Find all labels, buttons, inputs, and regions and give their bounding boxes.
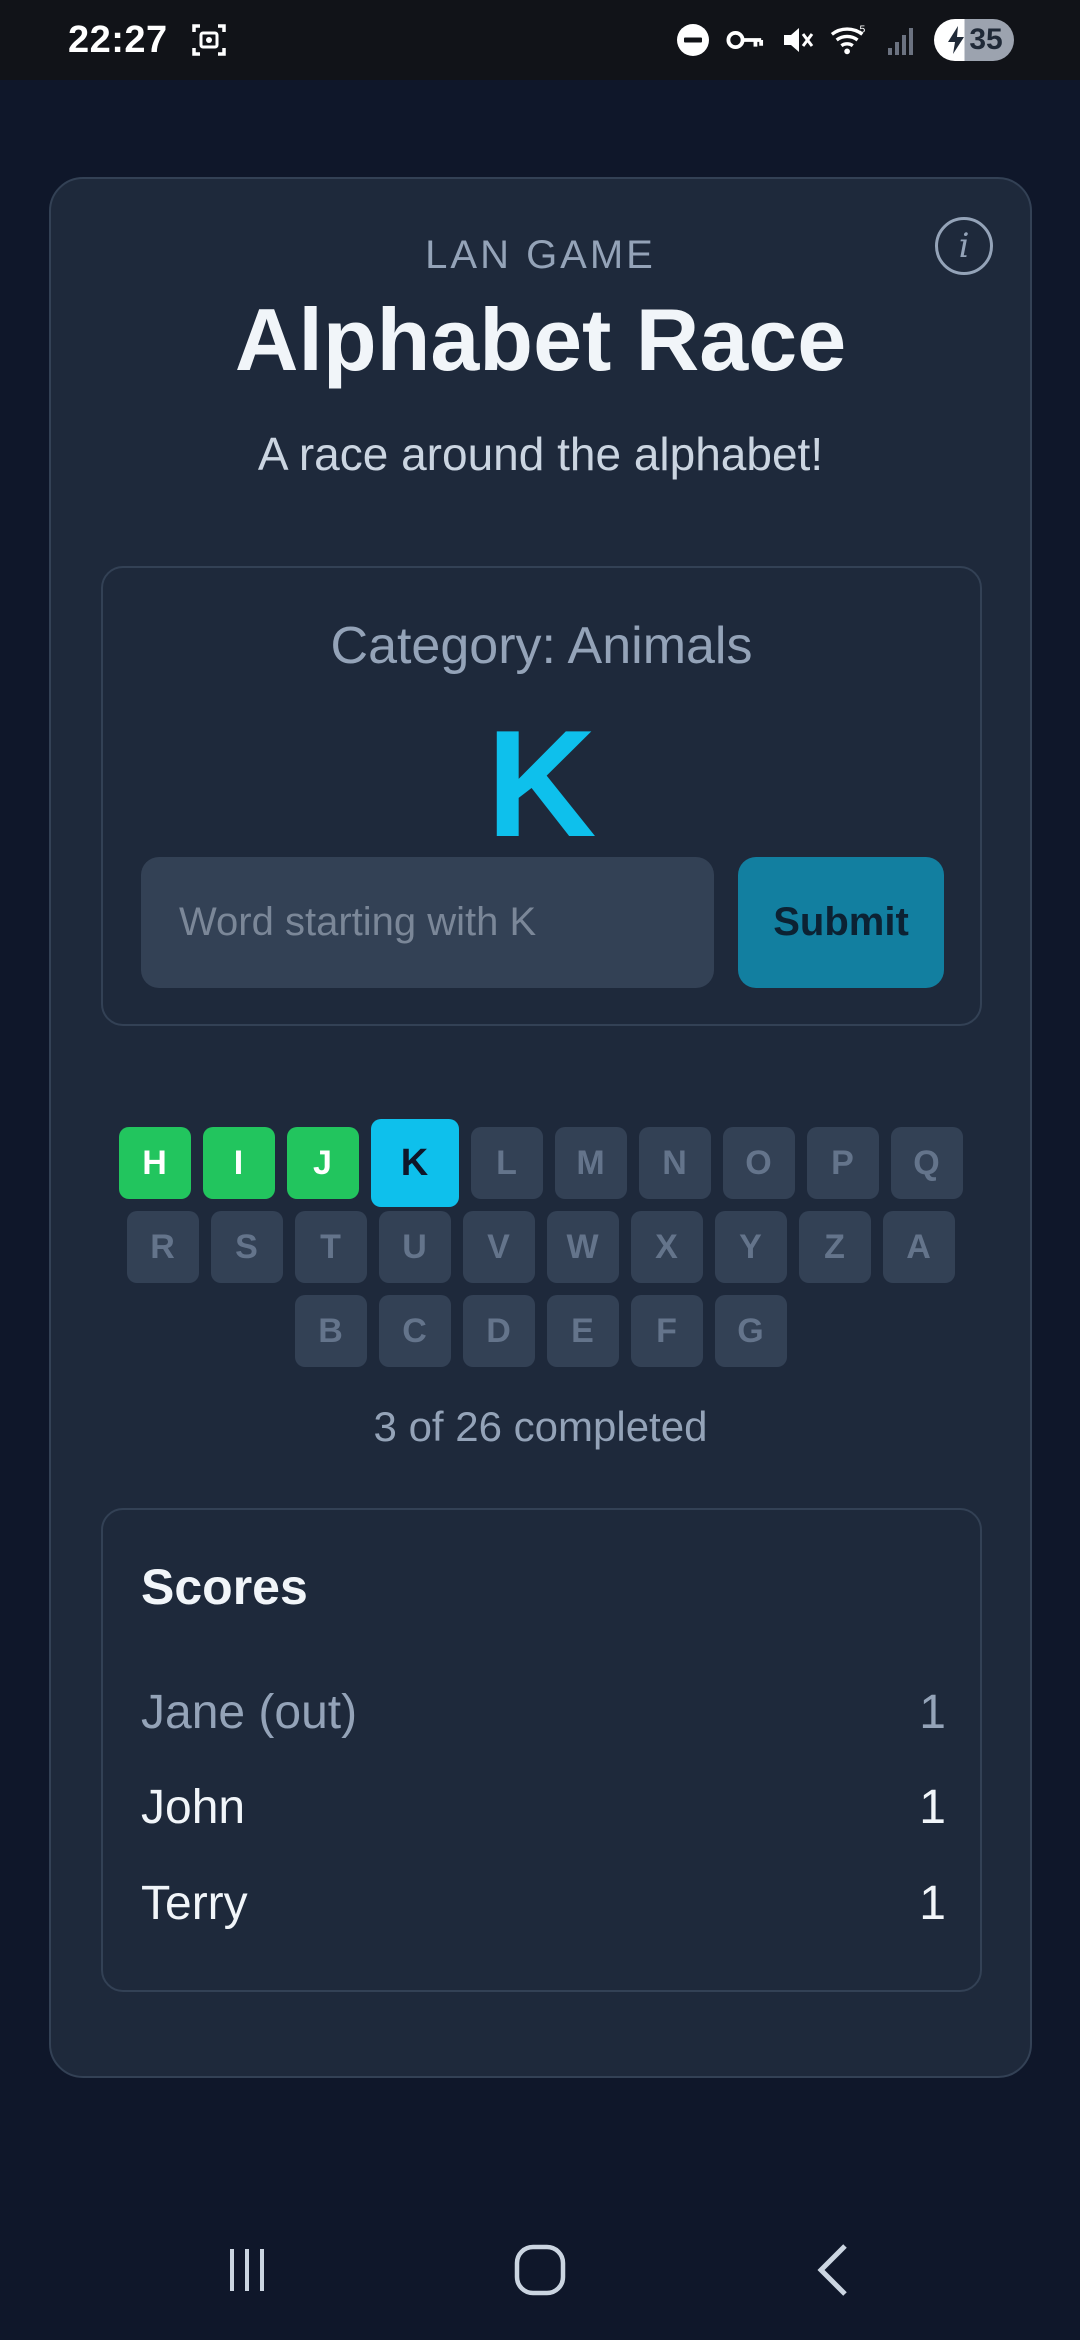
recent-apps-icon[interactable]	[187, 2230, 307, 2310]
letter-tile-s: S	[210, 1211, 283, 1283]
battery-charging-icon	[948, 26, 965, 54]
letter-tile-w: W	[546, 1211, 619, 1283]
letter-tile-o: O	[722, 1127, 795, 1199]
letter-tile-z: Z	[798, 1211, 871, 1283]
letter-tile-a: A	[882, 1211, 955, 1283]
score-row: John 1	[141, 1780, 946, 1835]
letter-tile-r: R	[126, 1211, 199, 1283]
mute-icon	[778, 21, 816, 59]
player-score: 1	[919, 1781, 946, 1834]
scores-title: Scores	[141, 1559, 308, 1615]
letter-tile-l: L	[470, 1127, 543, 1199]
letter-tile-m: M	[554, 1127, 627, 1199]
progress-text: 3 of 26 completed	[373, 1403, 708, 1450]
word-input[interactable]	[141, 857, 714, 988]
status-time: 22:27	[68, 18, 168, 61]
letter-tile-k: K	[370, 1119, 459, 1207]
svg-text:5: 5	[859, 24, 865, 35]
battery-level: 35	[969, 23, 1003, 56]
letter-tile-i: I	[202, 1127, 275, 1199]
battery-indicator: 35	[934, 19, 1014, 61]
letter-tile-f: F	[630, 1295, 703, 1367]
signal-icon	[882, 21, 920, 59]
category-label: Category: Animals	[330, 617, 753, 675]
play-panel: Category: Animals K Submit	[101, 566, 982, 1026]
player-score: 1	[919, 1686, 946, 1739]
letter-tile-b: B	[294, 1295, 367, 1367]
letter-tile-h: H	[118, 1127, 191, 1199]
tracker-row: RSTUVWXYZA	[51, 1211, 1030, 1283]
letter-tile-g: G	[714, 1295, 787, 1367]
letter-tile-j: J	[286, 1127, 359, 1199]
home-icon[interactable]	[480, 2230, 600, 2310]
scores-panel: Scores Jane (out) 1 John 1 Terry 1	[101, 1508, 982, 1992]
tracker-row: HIJKLMNOPQ	[51, 1119, 1030, 1207]
letter-tile-q: Q	[890, 1127, 963, 1199]
do-not-disturb-icon	[674, 21, 712, 59]
letter-tile-y: Y	[714, 1211, 787, 1283]
letter-tile-e: E	[546, 1295, 619, 1367]
current-letter: K	[486, 699, 597, 869]
letter-tile-c: C	[378, 1295, 451, 1367]
letter-tile-t: T	[294, 1211, 367, 1283]
letter-tile-d: D	[462, 1295, 535, 1367]
submit-button[interactable]: Submit	[738, 857, 944, 988]
screenshot-icon	[190, 21, 228, 59]
game-mode-label: LAN GAME	[425, 233, 656, 277]
wifi-icon: 5	[830, 21, 868, 59]
back-icon[interactable]	[773, 2230, 893, 2310]
status-bar: 22:27 5 35	[0, 0, 1080, 80]
letter-tile-n: N	[638, 1127, 711, 1199]
score-row: Terry 1	[141, 1876, 946, 1931]
game-card: i LAN GAME Alphabet Race A race around t…	[49, 177, 1032, 2078]
letter-tile-p: P	[806, 1127, 879, 1199]
letter-tile-u: U	[378, 1211, 451, 1283]
player-name: Terry	[141, 1877, 248, 1930]
tracker-row: BCDEFG	[51, 1295, 1030, 1367]
page-subtitle: A race around the alphabet!	[257, 428, 824, 480]
letter-tile-v: V	[462, 1211, 535, 1283]
page-title: Alphabet Race	[234, 290, 847, 389]
navigation-bar	[0, 2220, 1080, 2320]
player-score: 1	[919, 1877, 946, 1930]
player-name: Jane (out)	[141, 1686, 358, 1739]
letter-tracker: HIJKLMNOPQRSTUVWXYZABCDEFG	[51, 1119, 1030, 1379]
player-name: John	[141, 1781, 246, 1834]
letter-tile-x: X	[630, 1211, 703, 1283]
score-row: Jane (out) 1	[141, 1685, 946, 1740]
vpn-key-icon	[726, 21, 764, 59]
